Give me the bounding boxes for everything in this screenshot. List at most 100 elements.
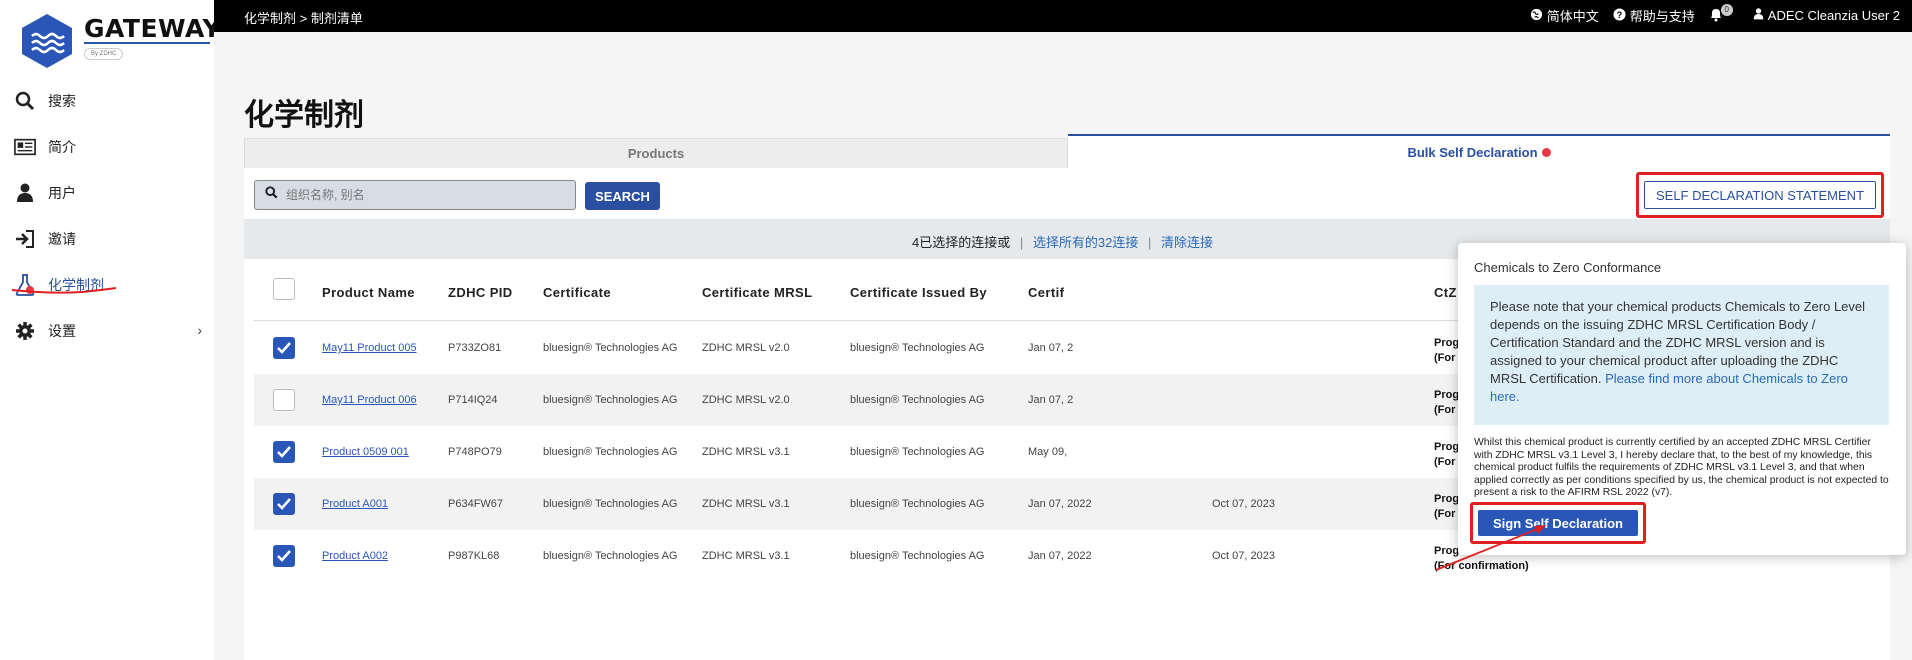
notification-badge: 0 xyxy=(1720,3,1733,16)
issued-by-cell: bluesign® Technologies AG xyxy=(850,498,985,510)
certificate-cell: bluesign® Technologies AG xyxy=(543,550,678,562)
svg-text:?: ? xyxy=(1616,10,1622,20)
tab-label: Products xyxy=(627,146,685,161)
zdhc-pid-cell: P714IQ24 xyxy=(448,394,498,406)
tab-bulk-self-declaration[interactable]: Bulk Self Declaration xyxy=(1068,134,1890,168)
row-checkbox[interactable] xyxy=(273,493,295,515)
column-header-certificate[interactable]: Certificate xyxy=(543,285,611,300)
zdhc-pid-cell: P748PO79 xyxy=(448,446,502,458)
row-checkbox[interactable] xyxy=(273,337,295,359)
checkmark-icon xyxy=(277,446,291,458)
column-header-certificate-issued-by[interactable]: Certificate Issued By xyxy=(850,285,987,300)
issued-by-cell: bluesign® Technologies AG xyxy=(850,446,985,458)
checkmark-icon xyxy=(277,498,291,510)
tab-products[interactable]: Products xyxy=(244,138,1068,168)
sidebar-item-search[interactable]: 搜索 xyxy=(0,78,214,124)
certificate-mrsl-cell: ZDHC MRSL v2.0 xyxy=(702,342,790,354)
issued-by-cell: bluesign® Technologies AG xyxy=(850,550,985,562)
product-name-link[interactable]: Product 0509 001 xyxy=(322,446,409,458)
gateway-logo[interactable]: GATEWAY By ZDHC xyxy=(18,12,221,72)
globe-icon xyxy=(1530,8,1543,24)
self-declaration-statement-button[interactable]: SELF DECLARATION STATEMENT xyxy=(1644,181,1876,209)
select-all-link[interactable]: 选择所有的32连接 xyxy=(1033,235,1138,250)
product-name-link[interactable]: May11 Product 006 xyxy=(322,394,417,406)
selected-count: 4已选择的连接或 xyxy=(912,235,1011,250)
separator: | xyxy=(1019,235,1024,250)
zdhc-pid-cell: P987KL68 xyxy=(448,550,500,562)
product-name-link[interactable]: May11 Product 005 xyxy=(322,342,417,354)
search-icon xyxy=(265,186,278,204)
page-title: 化学制剂 xyxy=(244,99,364,132)
logo-hexagon-icon xyxy=(22,14,72,68)
language-selector[interactable]: 简体中文 xyxy=(1530,6,1599,25)
column-header-zdhc-pid[interactable]: ZDHC PID xyxy=(448,285,513,300)
certificate-cell: bluesign® Technologies AG xyxy=(543,342,678,354)
certificate-mrsl-cell: ZDHC MRSL v2.0 xyxy=(702,394,790,406)
checkmark-icon xyxy=(277,550,291,562)
ctz-conformance-popup: Chemicals to Zero Conformance Please not… xyxy=(1458,243,1906,555)
column-header-product-name[interactable]: Product Name xyxy=(322,285,415,300)
search-field[interactable] xyxy=(254,180,576,210)
issue-date-cell: Jan 07, 2 xyxy=(1028,342,1074,354)
sign-in-icon xyxy=(14,228,36,250)
certificate-mrsl-cell: ZDHC MRSL v3.1 xyxy=(702,550,790,562)
sidebar-item-profile[interactable]: 简介 xyxy=(0,124,214,170)
zdhc-pid-cell: P733ZO81 xyxy=(448,342,502,354)
zdhc-pid-cell: P634FW67 xyxy=(448,498,504,510)
column-header-certificate-date[interactable]: Certif xyxy=(1028,285,1064,300)
notification-dot xyxy=(1541,147,1551,157)
profile-card-icon xyxy=(14,136,36,158)
sidebar-item-label: 邀请 xyxy=(48,231,76,247)
popup-info-box: Please note that your chemical products … xyxy=(1474,285,1889,425)
checkmark-icon xyxy=(277,342,291,354)
certificate-cell: bluesign® Technologies AG xyxy=(543,394,678,406)
declaration-text: Whilst this chemical product is currentl… xyxy=(1474,437,1889,498)
red-annotation-arrow xyxy=(1435,525,1546,571)
user-name: ADEC Cleanzia User 2 xyxy=(1767,8,1900,23)
help-label: 帮助与支持 xyxy=(1629,9,1695,24)
expiry-date-cell: Oct 07, 2023 xyxy=(1212,550,1275,562)
tabs: Products Bulk Self Declaration xyxy=(244,134,1890,168)
clear-selection-link[interactable]: 清除连接 xyxy=(1161,235,1213,250)
sidebar-item-users[interactable]: 用户 xyxy=(0,170,214,216)
red-annotation-underline xyxy=(11,287,117,294)
row-checkbox[interactable] xyxy=(273,441,295,463)
gear-icon xyxy=(14,320,36,342)
row-checkbox[interactable] xyxy=(273,545,295,567)
sidebar-item-invite[interactable]: 邀请 xyxy=(0,216,214,262)
tab-label: Bulk Self Declaration xyxy=(1407,144,1538,160)
separator: | xyxy=(1147,235,1152,250)
product-name-link[interactable]: Product A002 xyxy=(322,550,388,562)
top-bar: 化学制剂 > 制剂清单 简体中文 ? 帮助与支持 0 ADEC Cleanzia… xyxy=(214,0,1912,32)
search-button[interactable]: SEARCH xyxy=(585,182,660,210)
breadcrumb[interactable]: 化学制剂 > 制剂清单 xyxy=(244,8,363,27)
user-menu[interactable]: ADEC Cleanzia User 2 xyxy=(1753,8,1900,23)
search-input[interactable] xyxy=(286,188,566,202)
certificate-mrsl-cell: ZDHC MRSL v3.1 xyxy=(702,446,790,458)
sidebar-item-label: 搜索 xyxy=(48,93,76,109)
logo-tagline: By ZDHC xyxy=(84,48,124,60)
product-name-link[interactable]: Product A001 xyxy=(322,498,388,510)
issue-date-cell: Jan 07, 2 xyxy=(1028,394,1074,406)
logo-wordmark: GATEWAY xyxy=(84,14,222,43)
column-header-certificate-mrsl[interactable]: Certificate MRSL xyxy=(702,285,812,300)
user-icon xyxy=(1753,8,1764,23)
certificate-mrsl-cell: ZDHC MRSL v3.1 xyxy=(702,498,790,510)
top-bar-actions: 简体中文 ? 帮助与支持 0 ADEC Cleanzia User 2 xyxy=(1530,3,1900,25)
certificate-cell: bluesign® Technologies AG xyxy=(543,498,678,510)
language-label: 简体中文 xyxy=(1546,9,1599,24)
logo-underline xyxy=(84,42,210,44)
issue-date-cell: Jan 07, 2022 xyxy=(1028,498,1092,510)
help-link[interactable]: ? 帮助与支持 xyxy=(1613,6,1695,25)
highlight-box-sds: SELF DECLARATION STATEMENT xyxy=(1636,172,1884,218)
sidebar-nav: 搜索 简介 用户 邀请 化学制剂 设置 › xyxy=(0,78,214,354)
issued-by-cell: bluesign® Technologies AG xyxy=(850,394,985,406)
select-all-checkbox[interactable] xyxy=(273,278,295,300)
sidebar-item-settings[interactable]: 设置 › xyxy=(0,308,214,354)
user-icon xyxy=(14,182,36,204)
row-checkbox[interactable] xyxy=(273,389,295,411)
expiry-date-cell: Oct 07, 2023 xyxy=(1212,498,1275,510)
issued-by-cell: bluesign® Technologies AG xyxy=(850,342,985,354)
main-content: 化学制剂 Products Bulk Self Declaration SEAR… xyxy=(214,32,1912,660)
notifications-button[interactable]: 0 xyxy=(1709,3,1739,25)
